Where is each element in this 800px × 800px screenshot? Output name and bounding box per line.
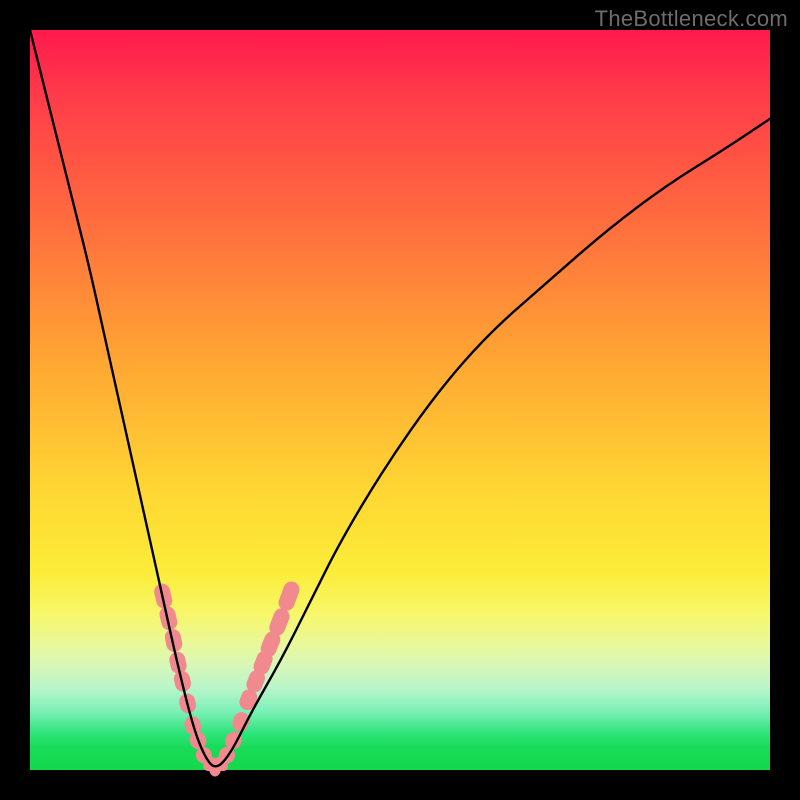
marker-lozenge [276,579,301,613]
marker-lozenge [230,710,252,734]
marker-layer [153,579,302,776]
curve-line [30,30,770,766]
plot-area [30,30,770,770]
outer-frame: TheBottleneck.com [0,0,800,800]
watermark-text: TheBottleneck.com [595,6,788,32]
chart-svg [30,30,770,770]
